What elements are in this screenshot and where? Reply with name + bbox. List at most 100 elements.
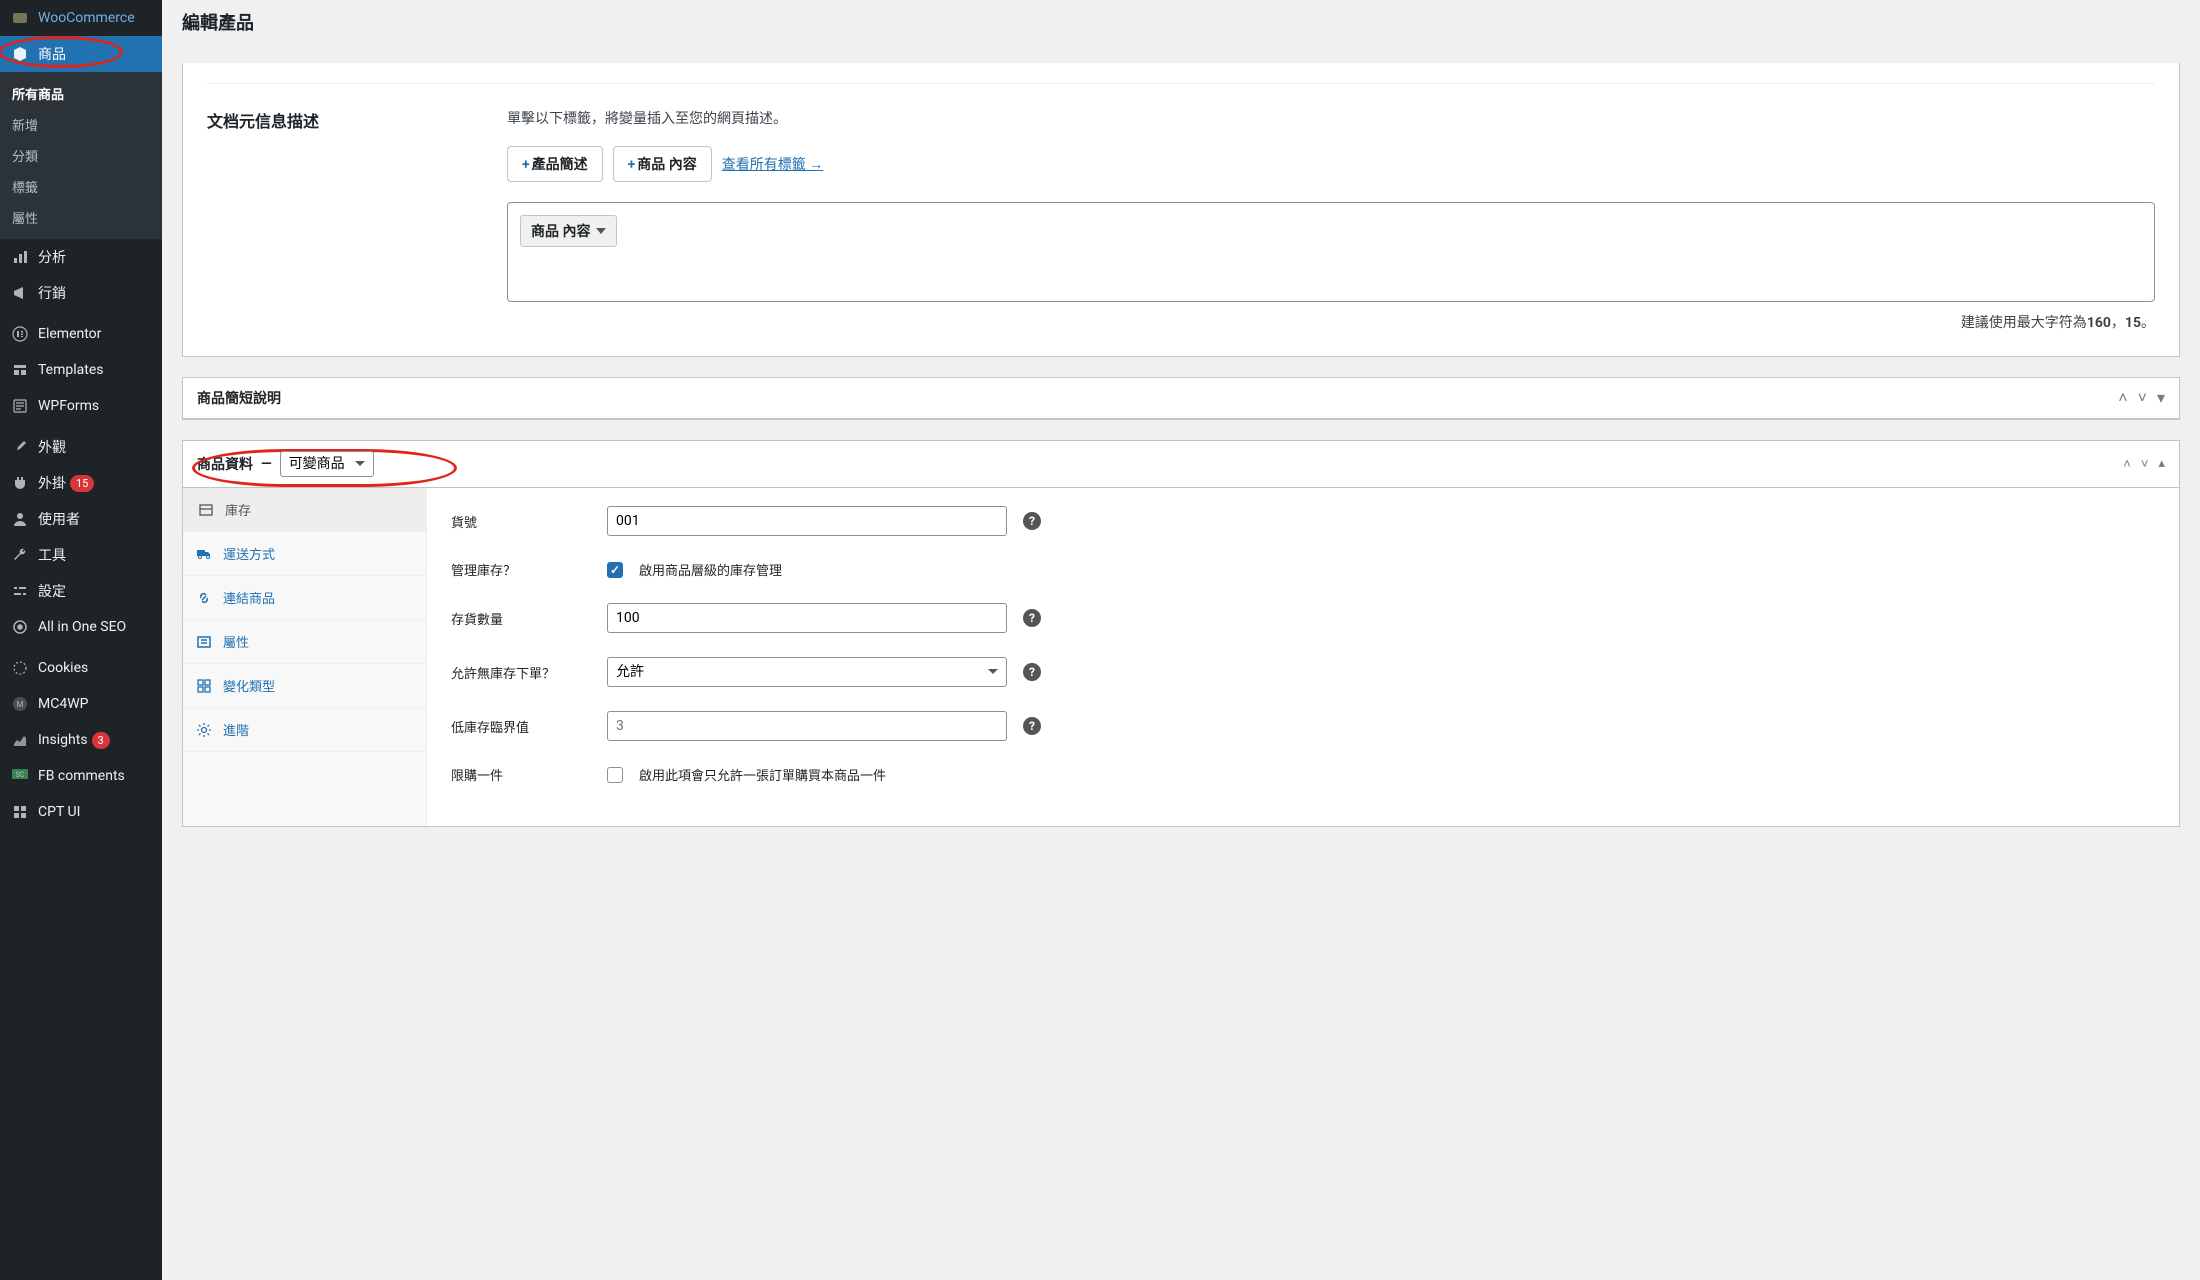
sidebar-item-products[interactable]: 商品 [0,36,162,72]
page-title: 編輯產品 [162,0,2200,39]
tab-inventory[interactable]: 庫存 [183,488,426,532]
help-icon[interactable]: ? [1023,609,1041,627]
sidebar-item-templates[interactable]: Templates [0,352,162,388]
insights-icon [10,730,30,750]
sku-label: 貨號 [451,512,591,531]
sidebar-label: 行銷 [38,283,66,303]
move-down-icon[interactable]: ˅ [2141,456,2149,472]
megaphone-icon [10,283,30,303]
view-all-tags-link[interactable]: 查看所有標籤 → [722,154,823,174]
sidebar-label: 商品 [38,44,66,64]
sidebar-label: Insights [38,732,88,748]
svg-text:SC: SC [16,771,25,779]
tab-attributes[interactable]: 屬性 [183,620,426,664]
sidebar-label: 分析 [38,247,66,267]
threshold-label: 低庫存臨界值 [451,717,591,736]
sidebar-label: 外觀 [38,437,66,457]
submenu-all-products[interactable]: 所有商品 [0,78,162,109]
threshold-input[interactable] [607,711,1007,741]
sidebar-item-woocommerce[interactable]: WooCommerce [0,0,162,36]
sidebar-label: Cookies [38,660,88,676]
sidebar-item-wpforms[interactable]: WPForms [0,388,162,424]
sidebar-item-appearance[interactable]: 外觀 [0,429,162,465]
tag-button-content[interactable]: +商品 內容 [613,146,712,182]
sidebar-item-tools[interactable]: 工具 [0,537,162,573]
sidebar-label: All in One SEO [38,619,126,635]
submenu-attributes[interactable]: 屬性 [0,202,162,233]
product-data-title: 商品資料 [197,454,253,474]
help-icon[interactable]: ? [1023,717,1041,735]
tab-advanced[interactable]: 進階 [183,708,426,752]
sidebar-item-cookies[interactable]: Cookies [0,650,162,686]
cptui-icon [10,802,30,822]
sidebar-item-insights[interactable]: Insights 3 [0,722,162,758]
box-icon [10,44,30,64]
move-up-icon[interactable]: ˄ [2123,456,2131,472]
stock-qty-label: 存貨數量 [451,609,591,628]
sold-individually-text: 啟用此項會只允許一張訂單購買本商品一件 [639,765,886,784]
sidebar-label: WooCommerce [38,10,135,26]
sidebar-label: 工具 [38,545,66,565]
meta-description-input[interactable]: 商品 內容 [507,202,2155,302]
plugin-icon [10,473,30,493]
product-data-box: 商品資料 — 可變商品 ˄ ˅ ▴ [182,440,2180,827]
inventory-icon [197,501,215,519]
sidebar-item-aioseo[interactable]: All in One SEO [0,609,162,645]
insights-badge: 3 [92,732,110,749]
sidebar-label: WPForms [38,398,99,414]
product-type-select[interactable]: 可變商品 [280,451,374,477]
submenu-categories[interactable]: 分類 [0,140,162,171]
svg-text:M: M [17,700,24,709]
sidebar-label: Elementor [38,326,101,342]
plugins-badge: 15 [70,475,94,492]
sold-individually-checkbox[interactable] [607,767,623,783]
sidebar-item-analytics[interactable]: 分析 [0,239,162,275]
user-icon [10,509,30,529]
tab-variations[interactable]: 變化類型 [183,664,426,708]
stock-qty-input[interactable] [607,603,1007,633]
move-down-icon[interactable]: ˅ [2138,388,2147,408]
tag-button-short-desc[interactable]: +產品簡述 [507,146,603,182]
fbc-icon: SC [10,766,30,786]
gear-icon [195,721,213,739]
sidebar-label: CPT UI [38,804,80,820]
sidebar-label: MC4WP [38,696,88,712]
backorder-select[interactable]: 允許 [607,657,1007,687]
tab-shipping[interactable]: 運送方式 [183,532,426,576]
woo-icon [10,8,30,28]
sidebar-item-mc4wp[interactable]: M MC4WP [0,686,162,722]
manage-stock-checkbox[interactable] [607,562,623,578]
link-icon [195,589,213,607]
aioseo-icon [10,617,30,637]
sku-input[interactable] [607,506,1007,536]
toggle-icon[interactable]: ▴ [2158,456,2165,472]
inventory-panel: 貨號 ? 管理庫存？ 啟用商品層級的庫存管理 存貨數量 ? [427,488,2179,826]
sidebar-item-cptui[interactable]: CPT UI [0,794,162,830]
submenu-add[interactable]: 新增 [0,109,162,140]
help-icon[interactable]: ? [1023,663,1041,681]
sold-individually-label: 限購一件 [451,765,591,784]
sidebar-item-users[interactable]: 使用者 [0,501,162,537]
meta-counter: 建議使用最大字符為160，15。 [507,312,2155,332]
mc4wp-icon: M [10,694,30,714]
elementor-icon [10,324,30,344]
sidebar-label: 設定 [38,581,66,601]
chevron-down-icon [596,228,606,234]
toggle-icon[interactable]: ▾ [2157,388,2165,408]
sidebar-label: FB comments [38,768,125,784]
move-up-icon[interactable]: ˄ [2118,388,2127,408]
sidebar-item-elementor[interactable]: Elementor [0,316,162,352]
main-content: 編輯產品 文档元信息描述 單擊以下標籤，將變量插入至您的網頁描述。 +產品簡述 … [162,0,2200,1280]
sidebar-item-marketing[interactable]: 行銷 [0,275,162,311]
products-submenu: 所有商品 新增 分類 標籤 屬性 [0,72,162,239]
sidebar-item-plugins[interactable]: 外掛 15 [0,465,162,501]
sidebar-label: 外掛 [38,473,66,493]
submenu-tags[interactable]: 標籤 [0,171,162,202]
tab-linked[interactable]: 連結商品 [183,576,426,620]
sidebar-item-settings[interactable]: 設定 [0,573,162,609]
help-icon[interactable]: ? [1023,512,1041,530]
short-description-box: 商品簡短說明 ˄ ˅ ▾ [182,377,2180,420]
sidebar-item-fbcomments[interactable]: SC FB comments [0,758,162,794]
chart-icon [10,247,30,267]
meta-chip-content[interactable]: 商品 內容 [520,215,617,247]
